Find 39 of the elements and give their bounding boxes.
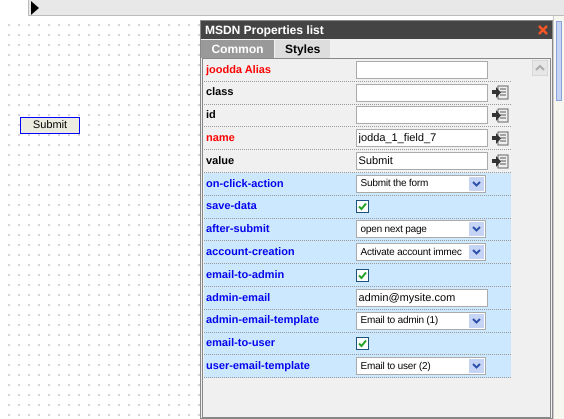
property-label: admin-email [205,290,272,306]
property-field[interactable] [356,60,488,79]
property-label: save-data [205,199,258,214]
property-field[interactable] [356,84,488,102]
property-label: on-click-action [205,176,285,192]
picker-icon[interactable] [492,85,509,100]
property-dropdown[interactable]: Email to admin (1) [356,312,486,330]
property-dropdown[interactable]: Email to user (2) [356,357,486,376]
panel-titlebar: MSDN Properties list [201,21,552,39]
property-label: account-creation [205,245,296,260]
property-checkbox[interactable] [356,200,369,214]
property-dropdown[interactable]: Submit the form [356,174,486,193]
scrollbar[interactable] [556,21,562,101]
picker-icon[interactable] [492,154,509,169]
property-checkbox[interactable] [356,268,369,282]
property-label: email-to-user [205,336,276,352]
tab[interactable]: Styles [275,40,330,58]
property-field[interactable]: jodda_1_field_7 [356,129,488,148]
property-label: joodda Alias [204,62,272,78]
picker-icon[interactable] [492,108,509,123]
property-dropdown[interactable]: open next page [356,220,486,238]
property-dropdown[interactable]: Activate account immec [356,243,486,262]
property-checkbox[interactable] [356,336,369,350]
property-label: value [205,154,236,169]
toolbar-field[interactable] [0,0,29,16]
property-label: after-submit [205,222,271,238]
property-label: admin-email-template [205,313,320,328]
close-icon[interactable] [538,25,548,35]
submit-button[interactable]: Submit [20,117,80,134]
property-field[interactable]: admin@mysite.com [356,288,488,307]
property-label: name [205,131,236,146]
property-label: class [205,85,235,100]
property-label: email-to-admin [205,268,286,283]
play-arrow-icon[interactable] [31,0,39,14]
picker-icon[interactable] [492,130,509,146]
property-label: id [205,108,217,124]
property-field[interactable]: Submit [356,152,488,170]
property-field[interactable] [356,106,488,124]
property-label: user-email-template [205,359,311,374]
